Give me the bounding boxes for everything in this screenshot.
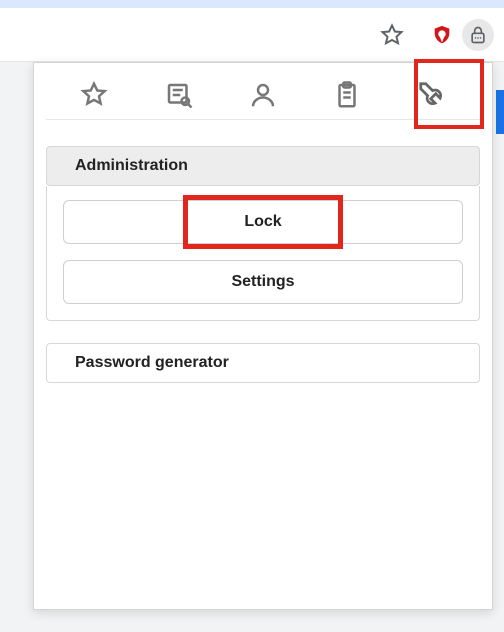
- scrollbar-edge: [496, 90, 504, 134]
- shield-icon: [431, 24, 453, 46]
- section-password-generator-title: Password generator: [75, 354, 229, 371]
- extension-shield[interactable]: [426, 19, 458, 51]
- tab-favorites[interactable]: [64, 73, 124, 117]
- lock-icon: [468, 25, 488, 45]
- settings-button[interactable]: Settings: [63, 260, 463, 304]
- extension-popup: Administration Lock Settings Password ge…: [33, 62, 493, 610]
- settings-button-label: Settings: [231, 273, 294, 290]
- section-password-generator-header[interactable]: Password generator: [46, 343, 480, 383]
- tab-clipboard[interactable]: [317, 73, 377, 117]
- bookmark-star-icon[interactable]: [380, 23, 404, 47]
- section-administration-header[interactable]: Administration: [46, 146, 480, 186]
- section-administration-body: Lock Settings: [46, 186, 480, 321]
- tab-contacts[interactable]: [233, 73, 293, 117]
- person-icon: [248, 80, 278, 110]
- section-administration-title: Administration: [75, 157, 188, 174]
- star-icon: [79, 80, 109, 110]
- tab-tools[interactable]: [402, 73, 462, 117]
- note-search-icon: [164, 80, 194, 110]
- extension-password-manager[interactable]: [462, 19, 494, 51]
- clipboard-icon: [332, 80, 362, 110]
- lock-button[interactable]: Lock: [63, 200, 463, 244]
- window-top-strip: [0, 0, 504, 8]
- omnibox-bar: [0, 8, 504, 62]
- lock-button-label: Lock: [244, 213, 281, 230]
- wrench-icon: [417, 80, 447, 110]
- popup-tabstrip: [46, 63, 480, 120]
- tab-notes[interactable]: [149, 73, 209, 117]
